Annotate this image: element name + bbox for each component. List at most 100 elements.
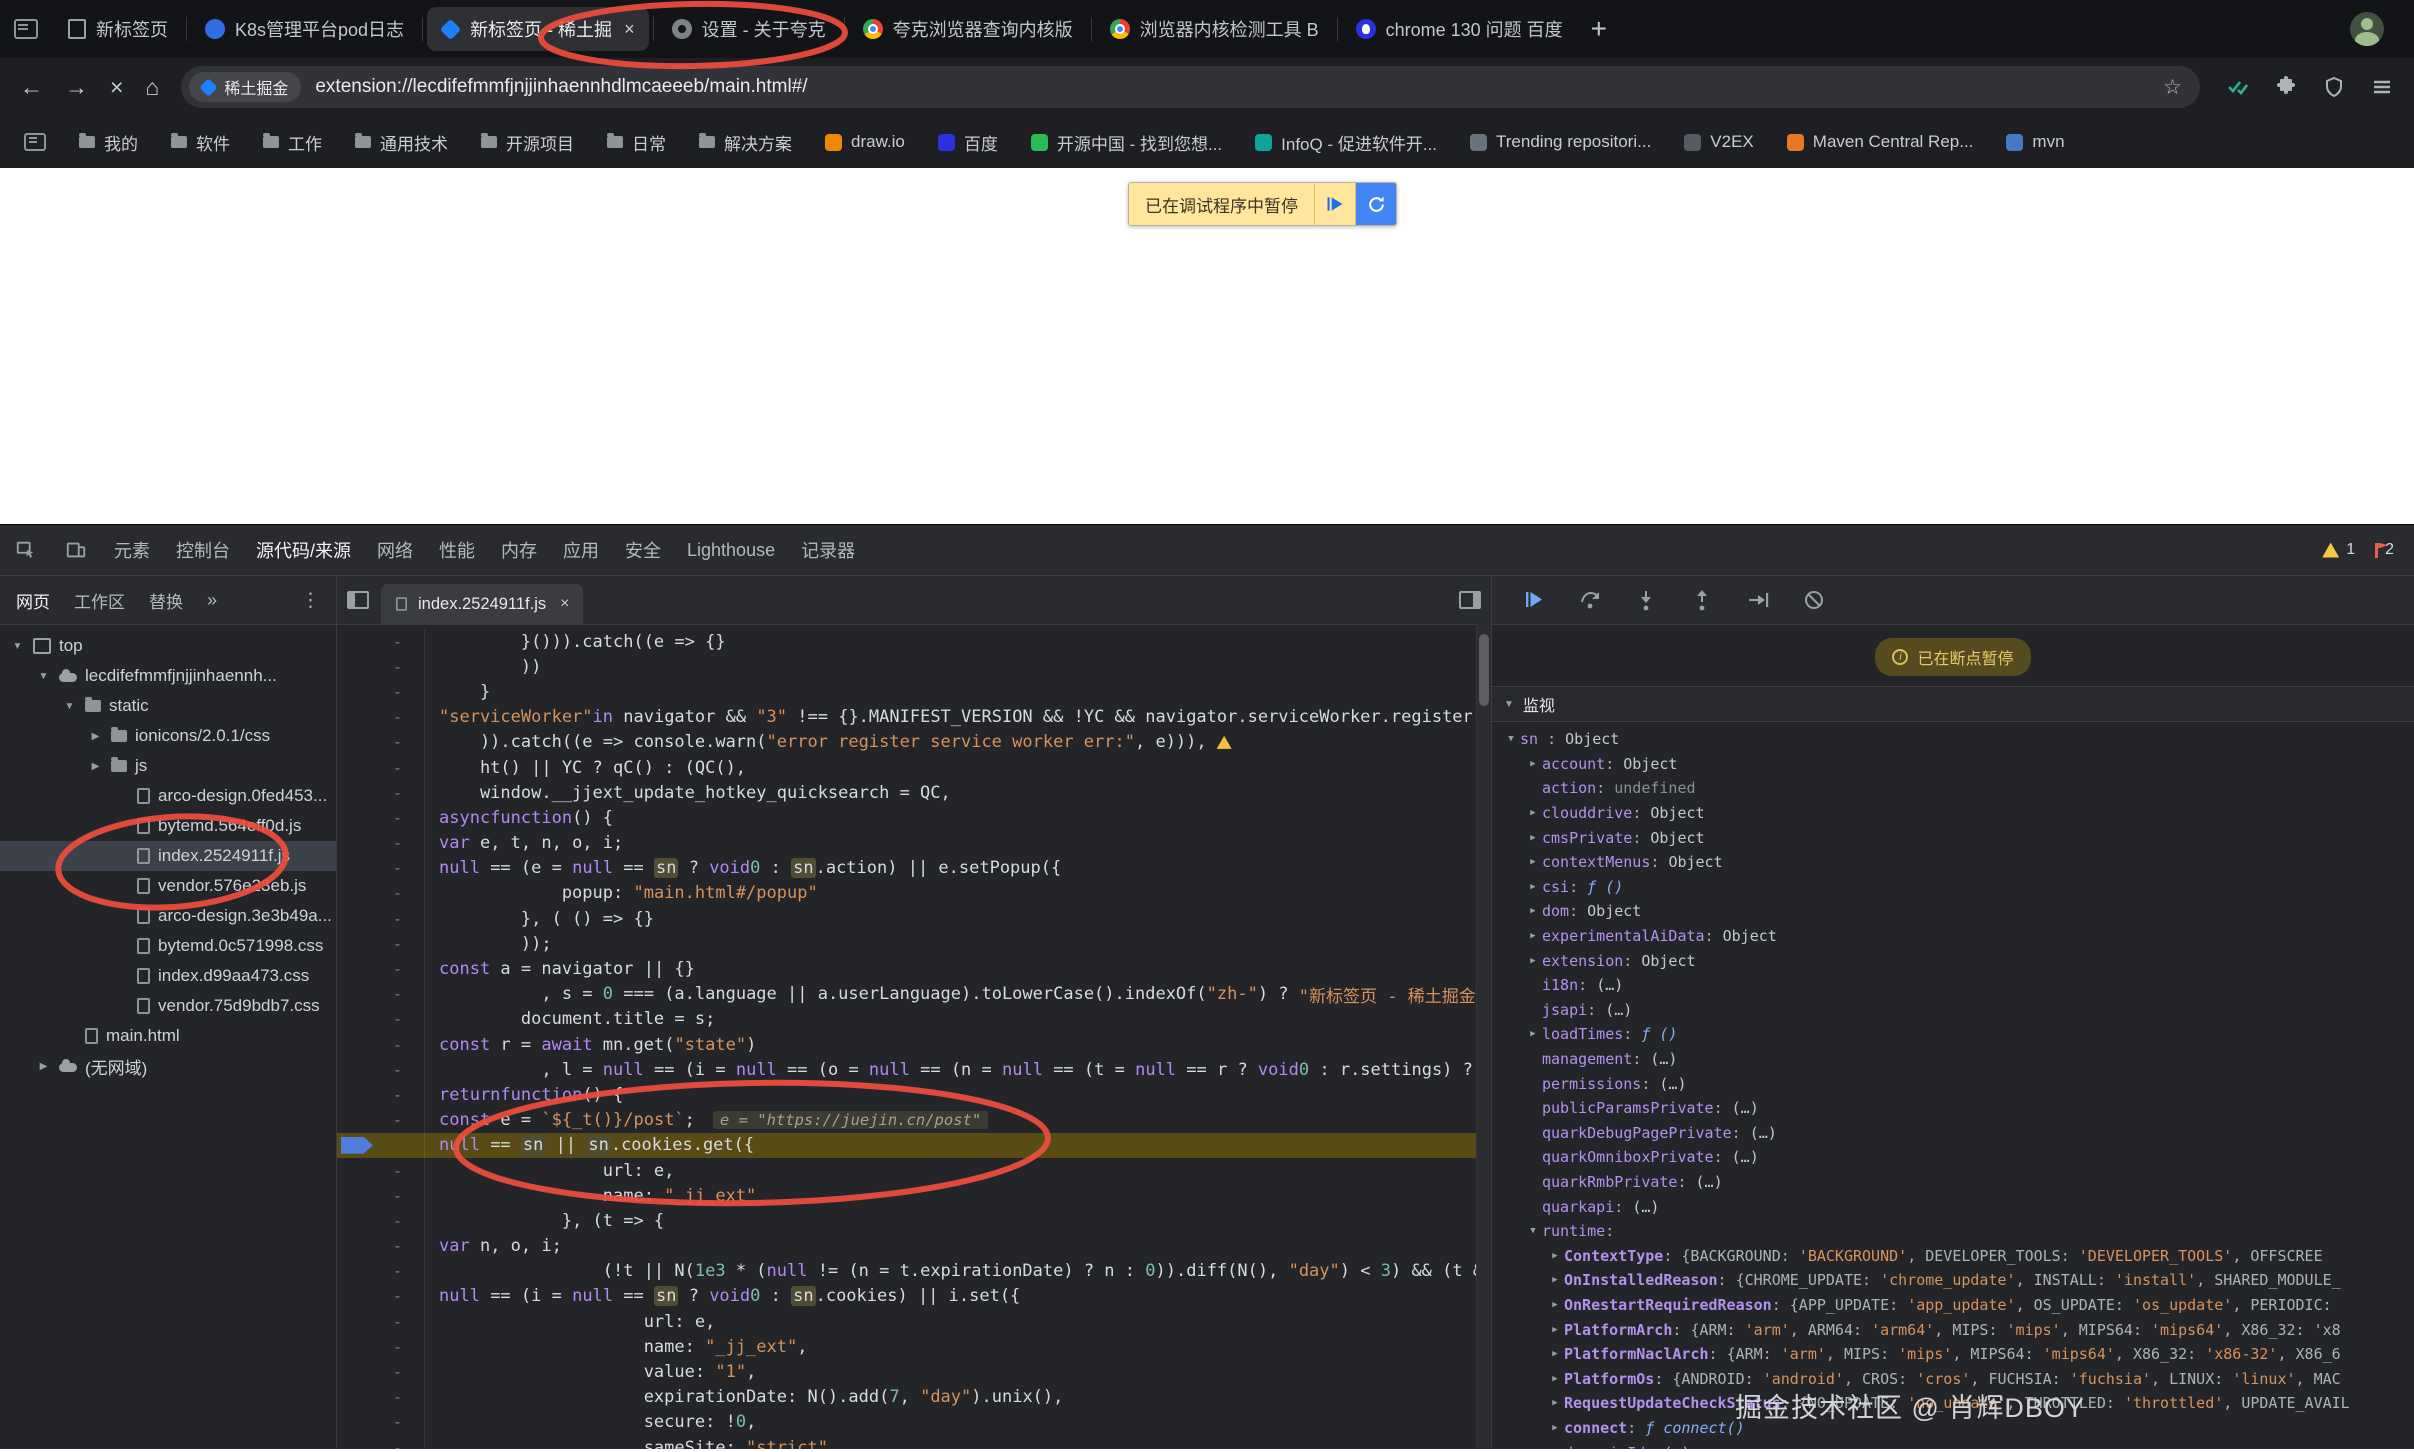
error-counter[interactable]: 2 (2375, 541, 2394, 559)
line-gutter[interactable]: - (337, 982, 425, 1007)
forward-icon[interactable]: → (65, 76, 88, 99)
line-gutter[interactable]: - (337, 831, 425, 856)
watch-item[interactable]: ▶ContextType: {BACKGROUND: 'BACKGROUND',… (1492, 1243, 2414, 1268)
more-tabs-icon[interactable]: » (207, 590, 217, 611)
line-gutter[interactable]: - (337, 1158, 425, 1183)
devtools-tab-安全[interactable]: 安全 (625, 537, 661, 563)
line-gutter[interactable]: - (337, 856, 425, 881)
browser-tab[interactable]: 新标签页 (54, 7, 182, 51)
bookmark-item[interactable]: Trending repositori... (1470, 132, 1651, 152)
bookmarks-panel-icon[interactable] (24, 133, 46, 151)
code-line[interactable]: - name: "_jj_ext" (337, 1183, 1491, 1208)
file-tree-item[interactable]: main.html (0, 1021, 336, 1051)
tab-close-icon[interactable]: × (624, 19, 635, 40)
browser-tab[interactable]: 浏览器内核检测工具 B (1096, 7, 1333, 51)
stop-icon[interactable]: × (110, 76, 123, 99)
tree-arrow-icon[interactable]: ▶ (88, 731, 103, 742)
tree-arrow-icon[interactable]: ▶ (36, 1061, 51, 1072)
line-gutter[interactable]: - (337, 1108, 425, 1133)
line-gutter[interactable]: - (337, 1284, 425, 1309)
step-out-icon[interactable] (1690, 588, 1714, 612)
step-over-banner-button[interactable] (1355, 183, 1396, 225)
line-gutter[interactable]: - (337, 1057, 425, 1082)
devtools-tab-内存[interactable]: 内存 (501, 537, 537, 563)
line-gutter[interactable]: - (337, 654, 425, 679)
watch-item[interactable]: quarkOmniboxPrivate: (…) (1492, 1145, 2414, 1170)
line-gutter[interactable]: - (337, 1410, 425, 1435)
file-tree-item[interactable]: vendor.75d9bdb7.css (0, 991, 336, 1021)
tree-arrow-icon[interactable]: ▼ (10, 641, 25, 652)
file-tree-item[interactable]: ▼top (0, 631, 336, 661)
navigator-kebab-icon[interactable]: ⋮ (301, 589, 320, 612)
watch-item[interactable]: ▶cmsPrivate: Object (1492, 825, 2414, 850)
browser-tab[interactable]: 新标签页 - 稀土掘× (427, 7, 649, 51)
line-gutter[interactable]: - (337, 1435, 425, 1449)
file-tree-item[interactable]: arco-design.3e3b49a... (0, 901, 336, 931)
watch-item[interactable]: ▶PlatformNaclArch: {ARM: 'arm', MIPS: 'm… (1492, 1342, 2414, 1367)
editor-scrollbar[interactable] (1476, 624, 1491, 1449)
bookmark-item[interactable]: 开源中国 - 找到您想... (1031, 130, 1222, 155)
watch-arrow-icon[interactable]: ▶ (1524, 857, 1542, 867)
editor-open-tab[interactable]: index.2524911f.js × (381, 584, 583, 624)
extensions-puzzle-icon[interactable] (2274, 75, 2298, 99)
browser-tab[interactable]: 设置 - 关于夸克 (658, 7, 840, 51)
bookmark-item[interactable]: 软件 (171, 130, 230, 155)
watch-arrow-icon[interactable]: ▶ (1524, 808, 1542, 818)
devtools-tab-网络[interactable]: 网络 (377, 537, 413, 563)
bookmark-item[interactable]: 日常 (607, 130, 666, 155)
code-line[interactable]: - const e = `${_t()}/post`;e = "https://… (337, 1108, 1491, 1133)
code-line[interactable]: - window.__jjext_update_hotkey_quicksear… (337, 780, 1491, 805)
code-line[interactable]: - "serviceWorker"in navigator && "3" !==… (337, 705, 1491, 730)
bookmark-item[interactable]: 通用技术 (355, 130, 448, 155)
watch-arrow-icon[interactable]: ▶ (1524, 956, 1542, 966)
bookmark-item[interactable]: 开源项目 (481, 130, 574, 155)
tree-arrow-icon[interactable]: ▼ (62, 701, 77, 712)
bookmark-item[interactable]: 我的 (79, 130, 138, 155)
bookmark-star-icon[interactable]: ☆ (2163, 75, 2182, 100)
profile-avatar[interactable] (2350, 12, 2384, 46)
deactivate-breakpoints-icon[interactable] (1802, 588, 1826, 612)
watch-item[interactable]: ▼sn : Object (1492, 727, 2414, 752)
bookmark-item[interactable]: V2EX (1684, 132, 1753, 152)
watch-arrow-icon[interactable]: ▶ (1546, 1300, 1564, 1310)
watch-item[interactable]: jsapi: (…) (1492, 998, 2414, 1023)
warning-counter[interactable]: 1 (2322, 541, 2355, 559)
navigator-tab[interactable]: 替换 (149, 588, 183, 613)
watch-item[interactable]: permissions: (…) (1492, 1071, 2414, 1096)
code-line[interactable]: - const a = navigator || {} (337, 956, 1491, 981)
code-line[interactable]: - (!t || N(1e3 * (null != (n = t.expirat… (337, 1259, 1491, 1284)
code-line[interactable]: - expirationDate: N().add(7, "day").unix… (337, 1385, 1491, 1410)
watch-item[interactable]: ▶clouddrive: Object (1492, 801, 2414, 826)
line-gutter[interactable]: - (337, 780, 425, 805)
watch-arrow-icon[interactable]: ▼ (1524, 1226, 1542, 1236)
line-gutter[interactable]: - (337, 705, 425, 730)
line-gutter[interactable]: - (337, 629, 425, 654)
devtools-tab-Lighthouse[interactable]: Lighthouse (687, 540, 775, 561)
file-tree-item[interactable]: ▶js (0, 751, 336, 781)
navigator-tab[interactable]: 工作区 (74, 588, 125, 613)
navigator-tab[interactable]: 网页 (16, 588, 50, 613)
code-line[interactable]: - )) (337, 654, 1491, 679)
device-toolbar-icon[interactable] (64, 538, 88, 562)
step-into-icon[interactable] (1634, 588, 1658, 612)
watch-item[interactable]: i18n: (…) (1492, 973, 2414, 998)
code-line[interactable]: - async function() { (337, 805, 1491, 830)
watch-section-header[interactable]: ▼ 监视 (1492, 686, 2414, 722)
code-line[interactable]: - secure: !0, (337, 1410, 1491, 1435)
devtools-tab-性能[interactable]: 性能 (439, 537, 475, 563)
bookmark-item[interactable]: 百度 (938, 130, 998, 155)
watch-item[interactable]: quarkapi: (…) (1492, 1194, 2414, 1219)
code-line[interactable]: - const r = await mn.get("state") (337, 1032, 1491, 1057)
line-gutter[interactable]: - (337, 1007, 425, 1032)
tab-list-icon[interactable] (14, 19, 38, 39)
watch-arrow-icon[interactable]: ▶ (1546, 1398, 1564, 1408)
file-tree-item[interactable]: ▶ionicons/2.0.1/css (0, 721, 336, 751)
line-gutter[interactable]: - (337, 730, 425, 755)
devtools-tab-控制台[interactable]: 控制台 (176, 537, 230, 563)
menu-icon[interactable] (2370, 75, 2394, 99)
safety-check-icon[interactable] (2226, 75, 2250, 99)
toggle-debugger-sidebar-icon[interactable] (1459, 591, 1481, 609)
watch-item[interactable]: quarkRmbPrivate: (…) (1492, 1170, 2414, 1195)
code-line[interactable]: - ht() || YC ? qC() : (QC(), (337, 755, 1491, 780)
file-tree-item[interactable]: vendor.576e23eb.js (0, 871, 336, 901)
